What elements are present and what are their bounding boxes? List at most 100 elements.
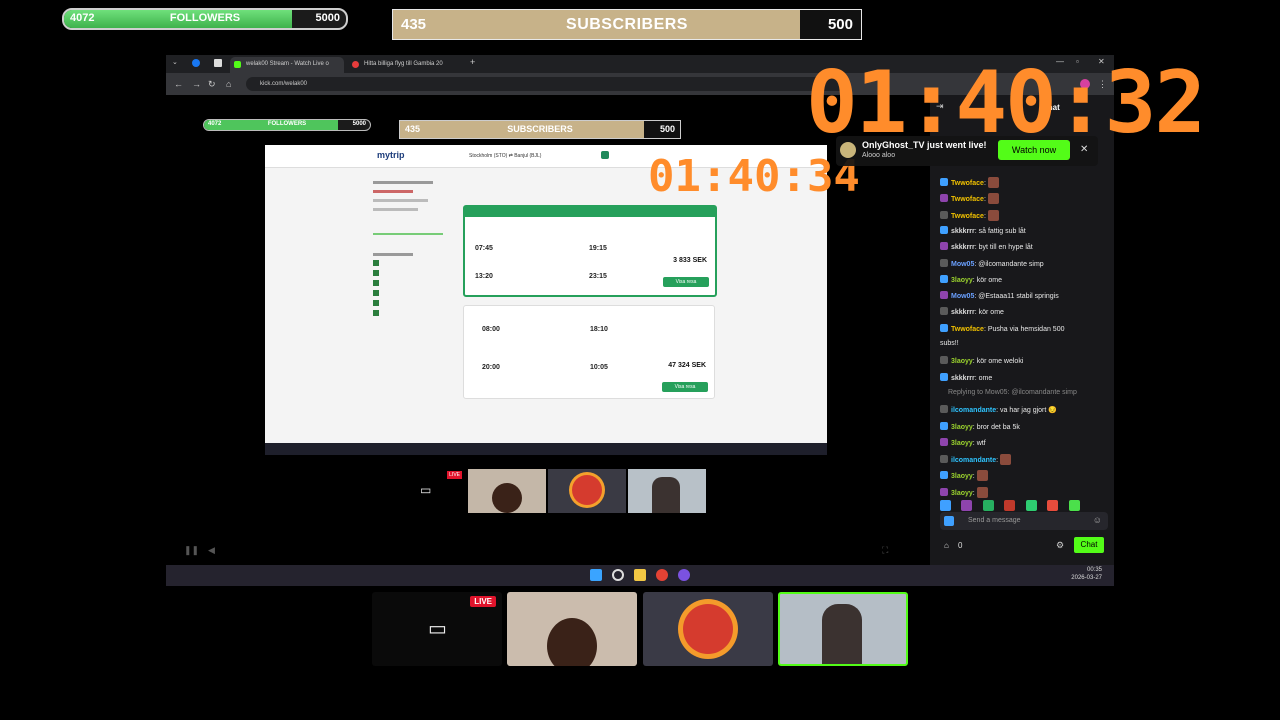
emote-image xyxy=(987,177,999,188)
notification-title: OnlyGhost_TV just went live! xyxy=(862,140,987,150)
chat-send-button[interactable]: Chat xyxy=(1074,537,1104,553)
user-badge-icon xyxy=(940,437,948,446)
chat-username[interactable]: 3laoyy xyxy=(951,440,973,447)
guest-2-avatar xyxy=(683,604,733,654)
address-bar[interactable]: kick.com/welak00 xyxy=(246,77,846,91)
result-card[interactable]: 08:00 18:10 20:00 10:05 47 324 SEK Visa … xyxy=(463,305,715,399)
chat-message: subs!! xyxy=(940,340,959,347)
tray-date: 2026-03-27 xyxy=(1071,575,1102,581)
chat-text: wtf xyxy=(976,439,986,447)
home-icon[interactable]: ⌂ xyxy=(226,79,231,89)
chat-username[interactable]: 3laoyy xyxy=(951,424,973,431)
pinned-tab-icon[interactable] xyxy=(214,59,222,67)
chat-username[interactable]: skkkrrr xyxy=(951,244,975,251)
emote-icon[interactable] xyxy=(1004,500,1016,511)
chat-username[interactable]: Twwoface xyxy=(951,180,984,187)
mini-subscribers-goal: 500 xyxy=(659,124,675,134)
emote-image xyxy=(976,470,988,482)
emoji-icon[interactable]: ☺ xyxy=(1093,515,1102,525)
chat-username[interactable]: Twwoface xyxy=(951,326,984,333)
mini-followers-label: FOLLOWERS xyxy=(267,121,307,127)
user-badge-icon xyxy=(940,455,948,464)
user-badge-icon xyxy=(940,307,948,316)
notification-subtitle: Alooo aloo xyxy=(862,152,896,159)
discord-icon[interactable] xyxy=(678,569,690,581)
user-badge-icon xyxy=(940,178,948,186)
stream-player[interactable]: 4072 FOLLOWERS 5000 435 SUBSCRIBERS 500 … xyxy=(166,95,930,565)
monitor-icon: ▭ xyxy=(428,618,447,640)
chat-text: ome xyxy=(978,374,993,382)
chat-input[interactable]: Send a message ☺ xyxy=(940,512,1108,530)
reload-icon[interactable]: ↻ xyxy=(208,79,216,90)
emote-icon[interactable] xyxy=(940,500,951,511)
points-icon[interactable]: ⌂ xyxy=(944,541,949,550)
chat-message: Replying to Mow05: @ilcomandante simp xyxy=(948,389,1077,396)
inner-cam-3 xyxy=(628,469,706,513)
chat-username[interactable]: ilcomandante xyxy=(951,457,996,464)
close-notification-icon[interactable]: ✕ xyxy=(1080,144,1088,155)
chat-username[interactable]: ilcomandante xyxy=(951,407,996,414)
chat-username[interactable]: Mow05 xyxy=(951,261,974,268)
tab-kick-stream[interactable]: welak00 Stream - Watch Live o xyxy=(230,57,344,73)
search-icon[interactable] xyxy=(601,151,609,159)
chat-username[interactable]: 3laoyy xyxy=(951,277,973,284)
emote-icon[interactable] xyxy=(1047,500,1059,511)
chat-message: 3laoyy: bror det ba 5k xyxy=(940,421,1020,431)
tab-list-icon[interactable]: ⌄ xyxy=(172,58,178,66)
watch-now-button[interactable]: Watch now xyxy=(998,140,1070,160)
depart-time: 07:45 xyxy=(475,245,493,252)
windows-taskbar: 00:35 2026-03-27 xyxy=(166,565,1114,586)
chrome-icon[interactable] xyxy=(656,569,668,581)
chat-message: 3laoyy: xyxy=(940,470,988,482)
chat-message: Twwoface: xyxy=(940,177,999,188)
user-badge-icon xyxy=(944,516,954,526)
emote-icon[interactable] xyxy=(1025,500,1037,511)
chat-message: skkkrrr: ome xyxy=(940,372,993,382)
guest-1-figure xyxy=(547,618,597,666)
chat-username[interactable]: skkkrrr xyxy=(951,309,975,316)
chat-message: skkkrrr: så fattig sub låt xyxy=(940,225,1026,235)
watch-now-label: Watch now xyxy=(1011,145,1057,155)
chat-message: Twwoface: Pusha via hemsidan 500 xyxy=(940,323,1065,333)
user-badge-icon xyxy=(940,291,948,300)
emote-image xyxy=(987,193,999,205)
chat-username[interactable]: 3laoyy xyxy=(951,473,973,480)
chat-message: skkkrrr: byt till en hype låt xyxy=(940,242,1033,251)
pause-icon[interactable]: ❚❚ xyxy=(184,545,199,556)
chat-settings-icon[interactable]: ⚙ xyxy=(1056,540,1064,551)
start-icon[interactable] xyxy=(590,569,602,581)
new-tab-icon[interactable]: + xyxy=(470,57,475,67)
chat-username[interactable]: skkkrrr xyxy=(951,375,975,382)
result-card-highlighted[interactable]: 07:45 19:15 13:20 23:15 3 833 SEK Visa r… xyxy=(463,205,717,297)
emote-icon[interactable] xyxy=(982,500,994,511)
search-icon[interactable] xyxy=(612,569,624,581)
tray-time: 00:35 xyxy=(1086,567,1102,573)
facebook-icon[interactable] xyxy=(192,59,200,67)
chat-username[interactable]: 3laoyy xyxy=(951,358,973,365)
view-trip-button[interactable]: Visa resa xyxy=(662,382,708,392)
tab-label: Hitta billiga flyg till Gambia 20 xyxy=(364,61,443,67)
back-icon[interactable]: ← xyxy=(174,79,183,89)
chat-message: Mow05: @ilcomandante simp xyxy=(940,258,1044,268)
tab-mytrip[interactable]: Hitta billiga flyg till Gambia 20 xyxy=(348,57,462,73)
user-badge-icon xyxy=(940,471,948,480)
chat-username[interactable]: Twwoface xyxy=(951,196,984,203)
chat-username[interactable]: Mow05 xyxy=(951,293,974,300)
followers-goal-bar: 4072 FOLLOWERS 5000 xyxy=(62,8,348,30)
file-explorer-icon[interactable] xyxy=(634,569,646,581)
chat-username[interactable]: Twwoface xyxy=(951,213,984,220)
inner-timer: 01:40:34 xyxy=(648,151,860,202)
host-figure xyxy=(822,604,862,664)
forward-icon[interactable]: → xyxy=(192,79,201,89)
volume-icon[interactable]: ◀ xyxy=(208,545,215,556)
emote-icon[interactable] xyxy=(961,500,973,511)
chat-message: Twwoface: xyxy=(940,209,999,221)
user-badge-icon xyxy=(940,421,948,430)
emote-icon[interactable] xyxy=(1068,500,1080,511)
followers-goal: 5000 xyxy=(315,12,340,24)
chat-username[interactable]: skkkrrr xyxy=(951,228,975,235)
fullscreen-icon[interactable]: ⛶ xyxy=(882,545,888,556)
stream-timer: 01:40:32 xyxy=(806,53,1206,153)
view-trip-button[interactable]: Visa resa xyxy=(663,277,709,287)
chat-message: 3laoyy: kör ome weloki xyxy=(940,356,1023,365)
